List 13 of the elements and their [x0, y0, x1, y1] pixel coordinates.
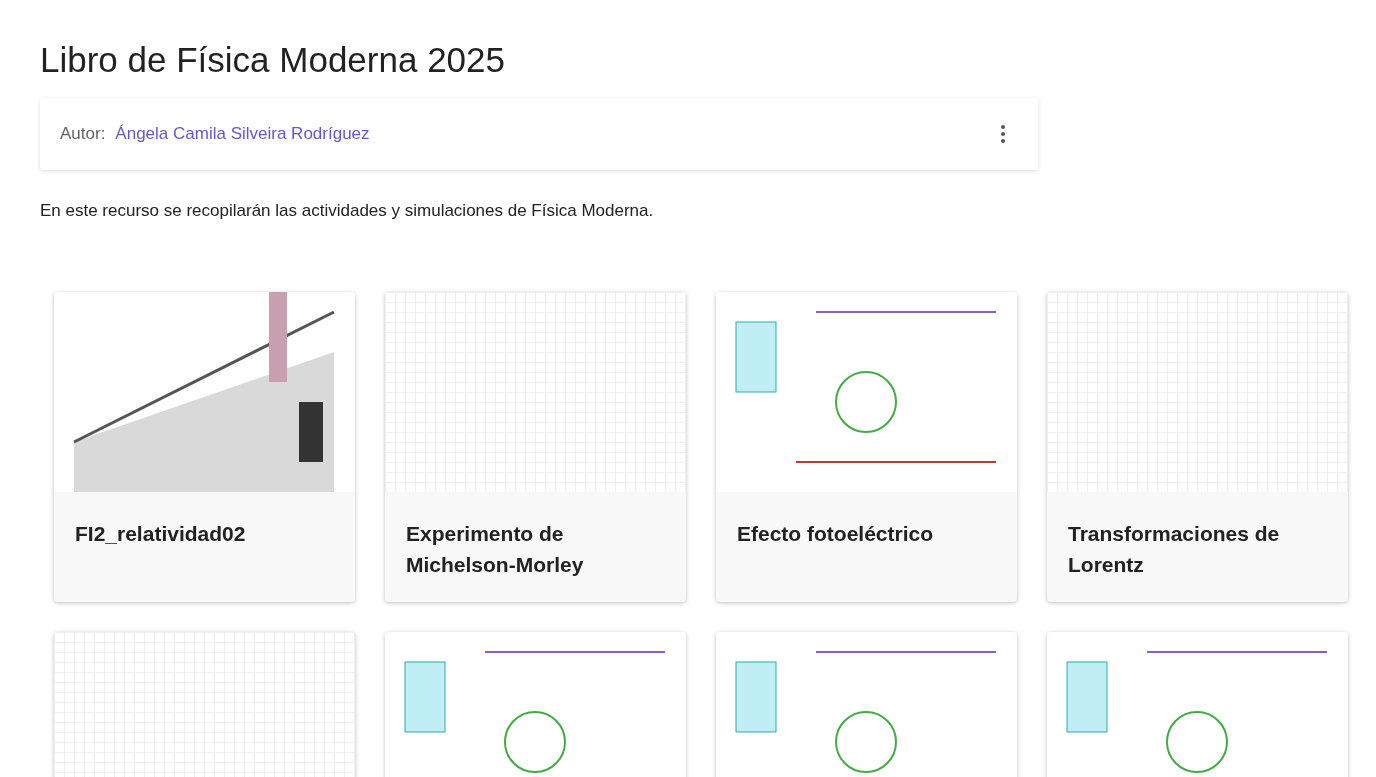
activity-card[interactable]: Transformaciones de Lorentz [1047, 291, 1348, 602]
more-vertical-icon [1001, 125, 1005, 143]
author-label: Autor: [60, 123, 106, 146]
card-title: Transformaciones de Lorentz [1068, 520, 1281, 578]
card-title: FI2_relatividad02 [75, 520, 247, 547]
activity-card[interactable]: Efecto fotoeléctrico [716, 291, 1017, 602]
activity-card[interactable]: Experimento de Michelson-Morley [385, 291, 686, 602]
author-link[interactable]: Ángela Camila Silveira Rodríguez [115, 121, 370, 147]
activity-card[interactable]: FI2_relatividad02 [54, 291, 355, 602]
description: En este recurso se recopilarán las actividades y simulaciones de Física Moderna. [40, 200, 655, 222]
page-title: Libro de Física Moderna 2025 [40, 39, 506, 81]
card-title: Experimento de Michelson-Morley [406, 520, 585, 578]
card-title: Efecto fotoeléctrico [737, 520, 935, 547]
